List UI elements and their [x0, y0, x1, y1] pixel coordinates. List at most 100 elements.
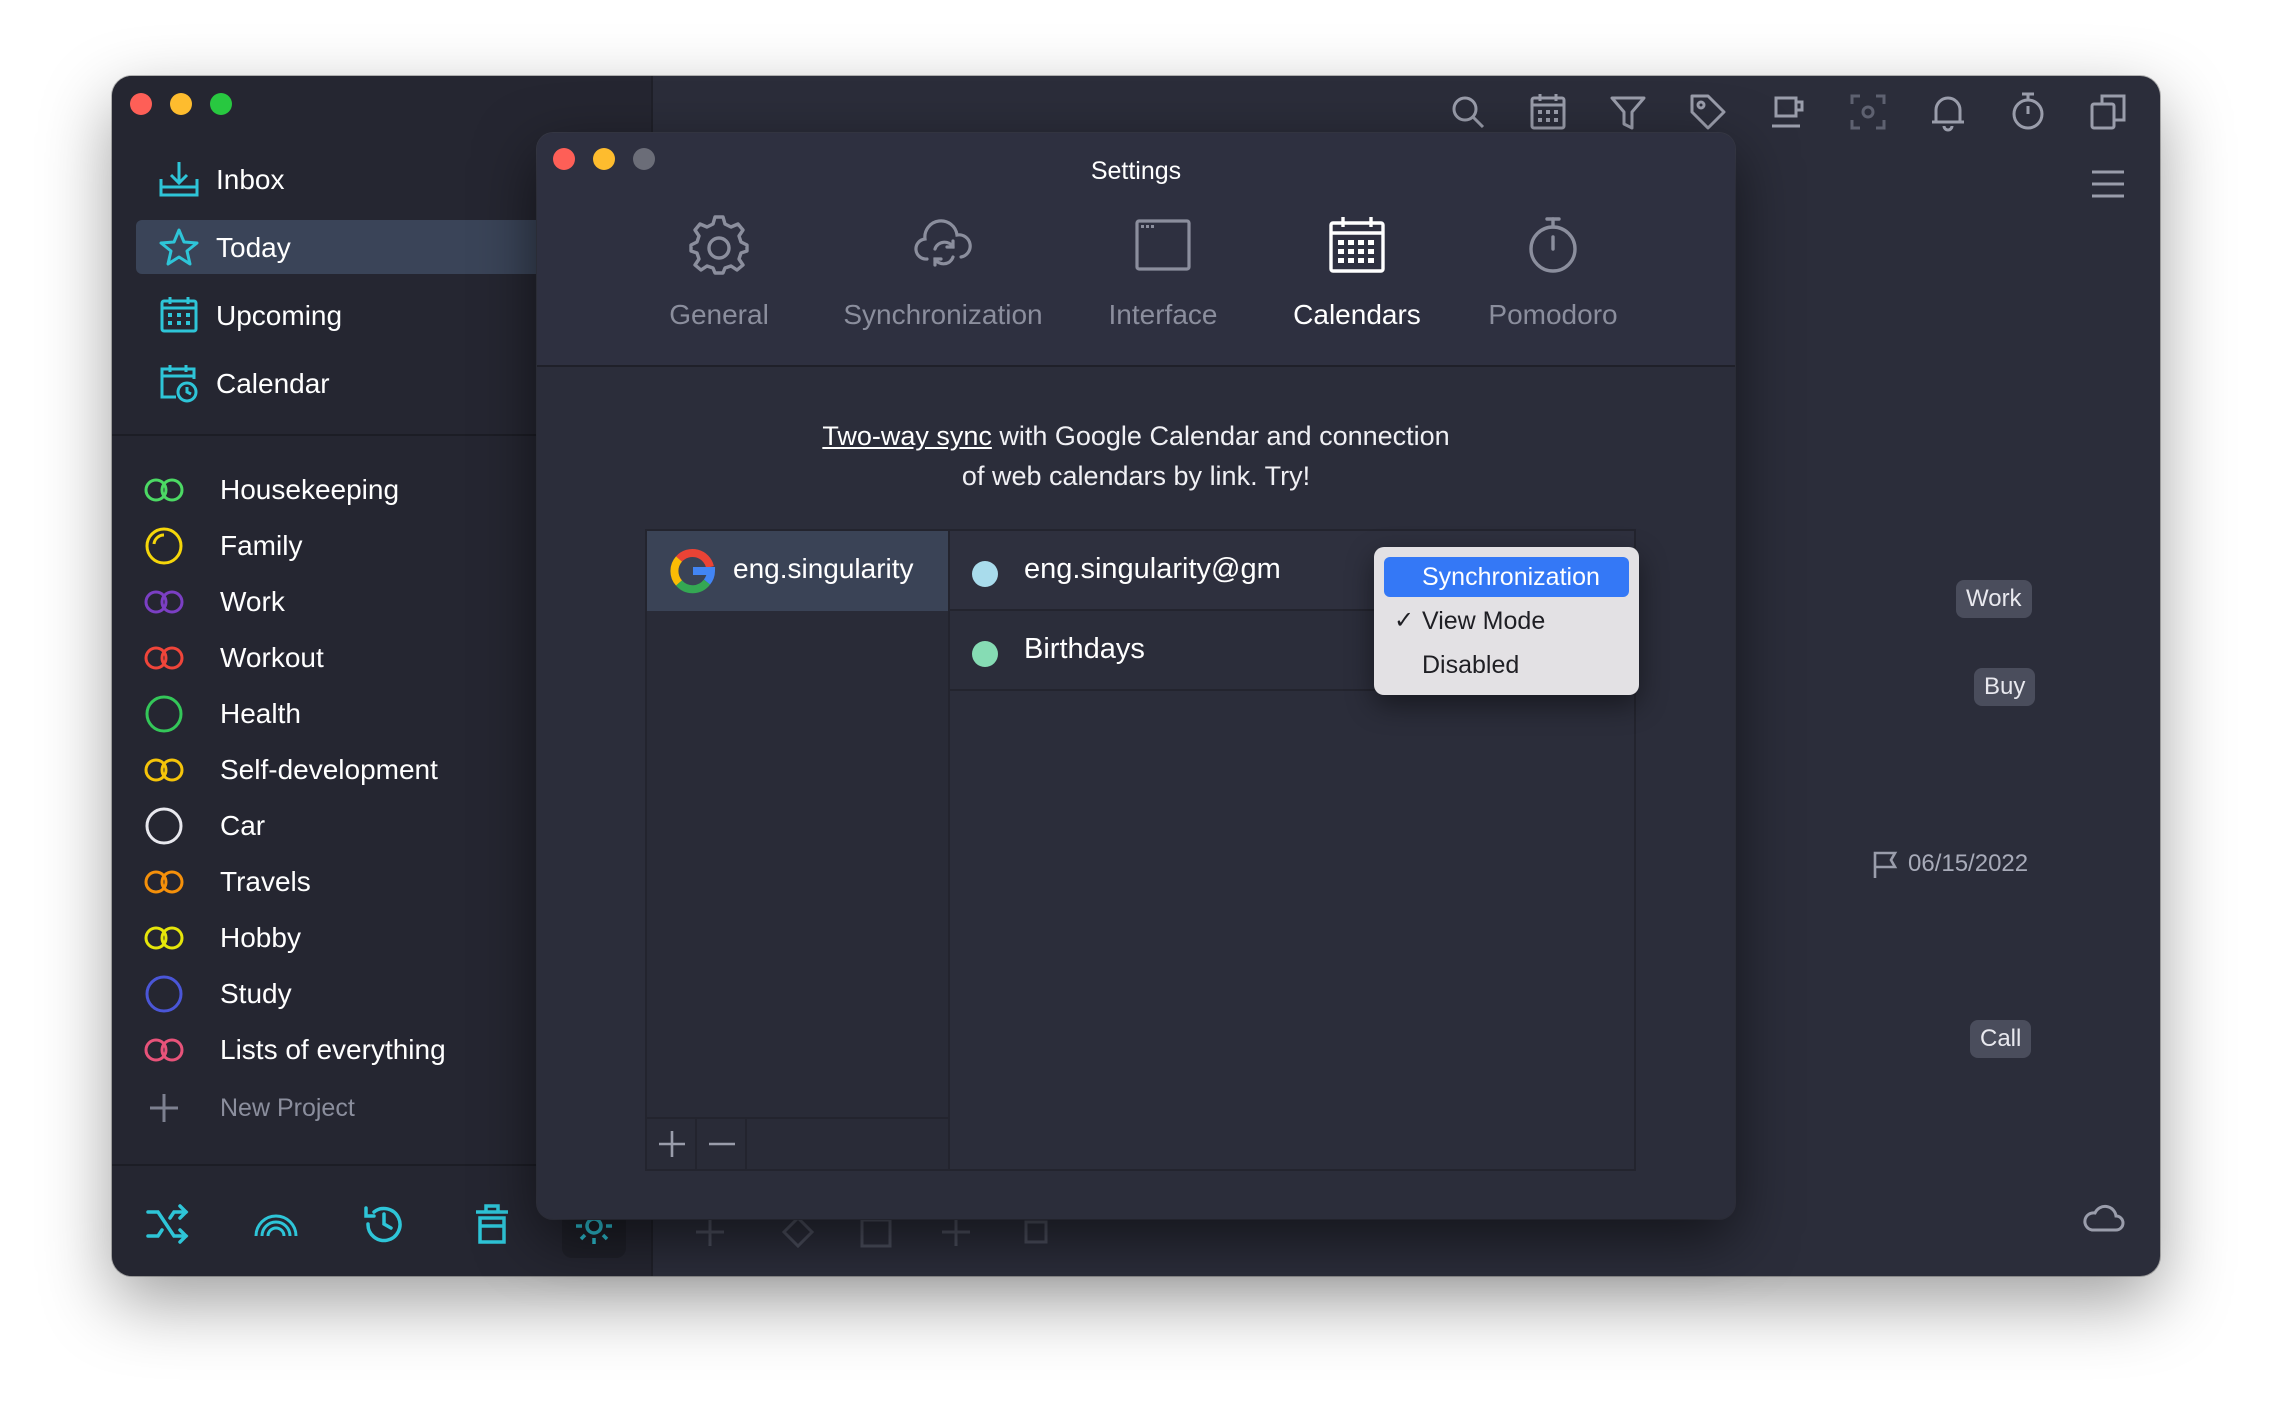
calendar-name: eng.singularity@gm: [1024, 553, 1281, 585]
minus-icon: [709, 1142, 735, 1146]
infinity-icon: [144, 926, 184, 950]
tag-badge-buy[interactable]: Buy: [1974, 668, 2036, 706]
tab-label: General: [669, 299, 769, 330]
project-label: Housekeeping: [220, 474, 400, 505]
tab-label: Calendars: [1293, 299, 1421, 330]
infinity-icon: [144, 758, 184, 782]
promo-text: Two-way sync with Google Calendar and co…: [537, 416, 1735, 496]
calendar-clock-icon: [160, 365, 198, 403]
infinity-icon: [144, 870, 184, 894]
cloud-sync-icon: [914, 219, 972, 267]
shuffle-icon[interactable]: [144, 1200, 192, 1248]
timer-icon: [1529, 217, 1577, 273]
infinity-icon: [144, 646, 184, 670]
move-icon: [942, 1218, 970, 1246]
account-row[interactable]: eng.singularity: [647, 531, 948, 611]
calendar-icon: [860, 1218, 892, 1248]
settings-title: Settings: [1090, 157, 1182, 185]
promo-line-2: of web calendars by link. Try!: [961, 461, 1311, 491]
minimize-window-button[interactable]: [170, 93, 192, 115]
due-date-text: 06/15/2022: [1908, 850, 2029, 877]
tab-pomodoro[interactable]: Pomodoro: [1471, 213, 1635, 343]
search-icon[interactable]: [1448, 92, 1488, 132]
tab-label: Synchronization: [843, 299, 1043, 330]
stopwatch-icon[interactable]: [2008, 92, 2048, 132]
infinity-icon: [144, 590, 184, 614]
history-icon[interactable]: [360, 1200, 408, 1248]
trash-icon[interactable]: [468, 1200, 516, 1248]
tab-synchronization[interactable]: Synchronization: [833, 213, 1053, 343]
ring-icon: [145, 527, 183, 565]
filter-icon[interactable]: [1608, 92, 1648, 132]
google-icon: [670, 549, 716, 594]
inbox-tray-icon: [159, 162, 199, 197]
accounts-panel: eng.singularity: [645, 529, 950, 1171]
ring-icon: [145, 975, 183, 1013]
calendar-mode-dropdown: Synchronization ✓ View Mode Disabled: [1374, 547, 1639, 695]
calendar-name: Birthdays: [1024, 633, 1145, 665]
tag-icon[interactable]: [1688, 92, 1728, 132]
calendar-color-dot: [972, 641, 998, 667]
duplicate-icon[interactable]: [2088, 92, 2128, 132]
two-way-sync-link[interactable]: Two-way sync: [822, 421, 992, 451]
rainbow-icon[interactable]: [252, 1200, 300, 1248]
close-window-button[interactable]: [130, 93, 152, 115]
zoom-window-button[interactable]: [210, 93, 232, 115]
project-label: Travels: [220, 866, 311, 897]
checkmark-icon: ✓: [1394, 607, 1415, 634]
account-name: eng.singularity: [733, 553, 914, 584]
calendar-grid-icon: [160, 297, 198, 333]
promo-line-1: with Google Calendar and connection: [991, 421, 1450, 451]
menu-lines-icon[interactable]: [2088, 164, 2128, 204]
calendar-icon[interactable]: [1528, 92, 1568, 132]
project-label: Car: [220, 810, 266, 841]
calendar-icon: [1329, 217, 1385, 273]
flag-icon: [1873, 851, 1898, 878]
menu-item-label: View Mode: [1422, 607, 1546, 635]
new-project-label: New Project: [220, 1094, 355, 1122]
project-label: Self-development: [220, 754, 438, 785]
diamond-icon: [781, 1215, 815, 1249]
coffee-cup-icon[interactable]: [1768, 92, 1808, 132]
nav-label: Calendar: [216, 368, 330, 399]
menu-item-disabled[interactable]: Disabled: [1384, 645, 1629, 685]
window-icon: [1135, 219, 1191, 271]
tag-badge-call[interactable]: Call: [1970, 1020, 2032, 1058]
plus-icon: [150, 1094, 178, 1122]
remove-account-button[interactable]: [697, 1119, 747, 1169]
focus-icon[interactable]: [1848, 92, 1888, 132]
square-icon: [1024, 1220, 1048, 1244]
settings-header: Settings General Synchronization Interfa…: [537, 133, 1735, 367]
tag-badge-work[interactable]: Work: [1956, 580, 2032, 618]
add-account-button[interactable]: [647, 1119, 697, 1169]
infinity-icon: [144, 1038, 184, 1062]
nav-label: Today: [216, 232, 291, 263]
menu-item-view-mode[interactable]: ✓ View Mode: [1384, 601, 1629, 641]
bell-icon[interactable]: [1928, 92, 1968, 132]
cloud-icon[interactable]: [2082, 1200, 2126, 1236]
ring-icon: [145, 807, 183, 845]
tab-calendars[interactable]: Calendars: [1277, 213, 1437, 343]
project-label: Study: [220, 978, 292, 1009]
plus-icon: [696, 1218, 724, 1246]
tab-label: Interface: [1108, 299, 1218, 330]
project-label: Workout: [220, 642, 324, 673]
project-label: Work: [220, 586, 285, 617]
project-label: Hobby: [220, 922, 301, 953]
ring-icon: [145, 695, 183, 733]
settings-window: Settings General Synchronization Interfa…: [537, 133, 1735, 1219]
nav-label: Upcoming: [216, 300, 343, 331]
menu-item-synchronization[interactable]: Synchronization: [1384, 557, 1629, 597]
tab-label: Pomodoro: [1488, 299, 1618, 330]
calendar-color-dot: [972, 561, 998, 587]
tab-interface[interactable]: Interface: [1093, 213, 1233, 343]
infinity-icon: [144, 478, 184, 502]
nav-label: Inbox: [216, 164, 285, 195]
project-label: Family: [220, 530, 303, 561]
project-label: Health: [220, 698, 301, 729]
plus-icon: [659, 1131, 685, 1157]
gear-icon: [689, 215, 749, 275]
star-icon: [159, 228, 199, 266]
tab-general[interactable]: General: [651, 213, 787, 343]
project-label: Lists of everything: [220, 1034, 446, 1065]
